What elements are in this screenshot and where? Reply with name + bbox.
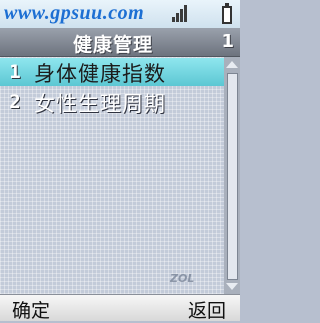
scroll-up-arrow-icon[interactable] [226,61,238,68]
menu-item-number: 1 [9,61,21,83]
menu-item-label: 身体健康指数 [34,62,166,86]
signal-icon [172,4,187,22]
menu-list: 1 身体健康指数 2 女性生理周期 [0,57,224,294]
menu-item-number: 2 [9,91,21,113]
scroll-track[interactable] [227,73,238,280]
scroll-down-arrow-icon[interactable] [226,283,238,290]
menu-item-body-health-index[interactable]: 1 身体健康指数 [0,58,224,86]
page-number: 1 [221,31,234,52]
softkey-bar: 确定 返回 [0,294,240,323]
scrollbar[interactable] [224,57,240,294]
watermark-text: www.gpsuu.com [4,2,145,24]
corner-watermark: ZOL [170,272,195,285]
title-bar: 健康管理 1 [0,28,240,57]
page-title: 健康管理 [72,34,153,56]
back-softkey[interactable]: 返回 [188,296,226,323]
menu-item-menstrual-cycle[interactable]: 2 女性生理周期 [0,88,224,116]
battery-icon [222,3,232,24]
confirm-softkey[interactable]: 确定 [12,296,50,323]
menu-item-label: 女性生理周期 [34,92,166,116]
watermark-banner: www.gpsuu.com [0,0,240,28]
